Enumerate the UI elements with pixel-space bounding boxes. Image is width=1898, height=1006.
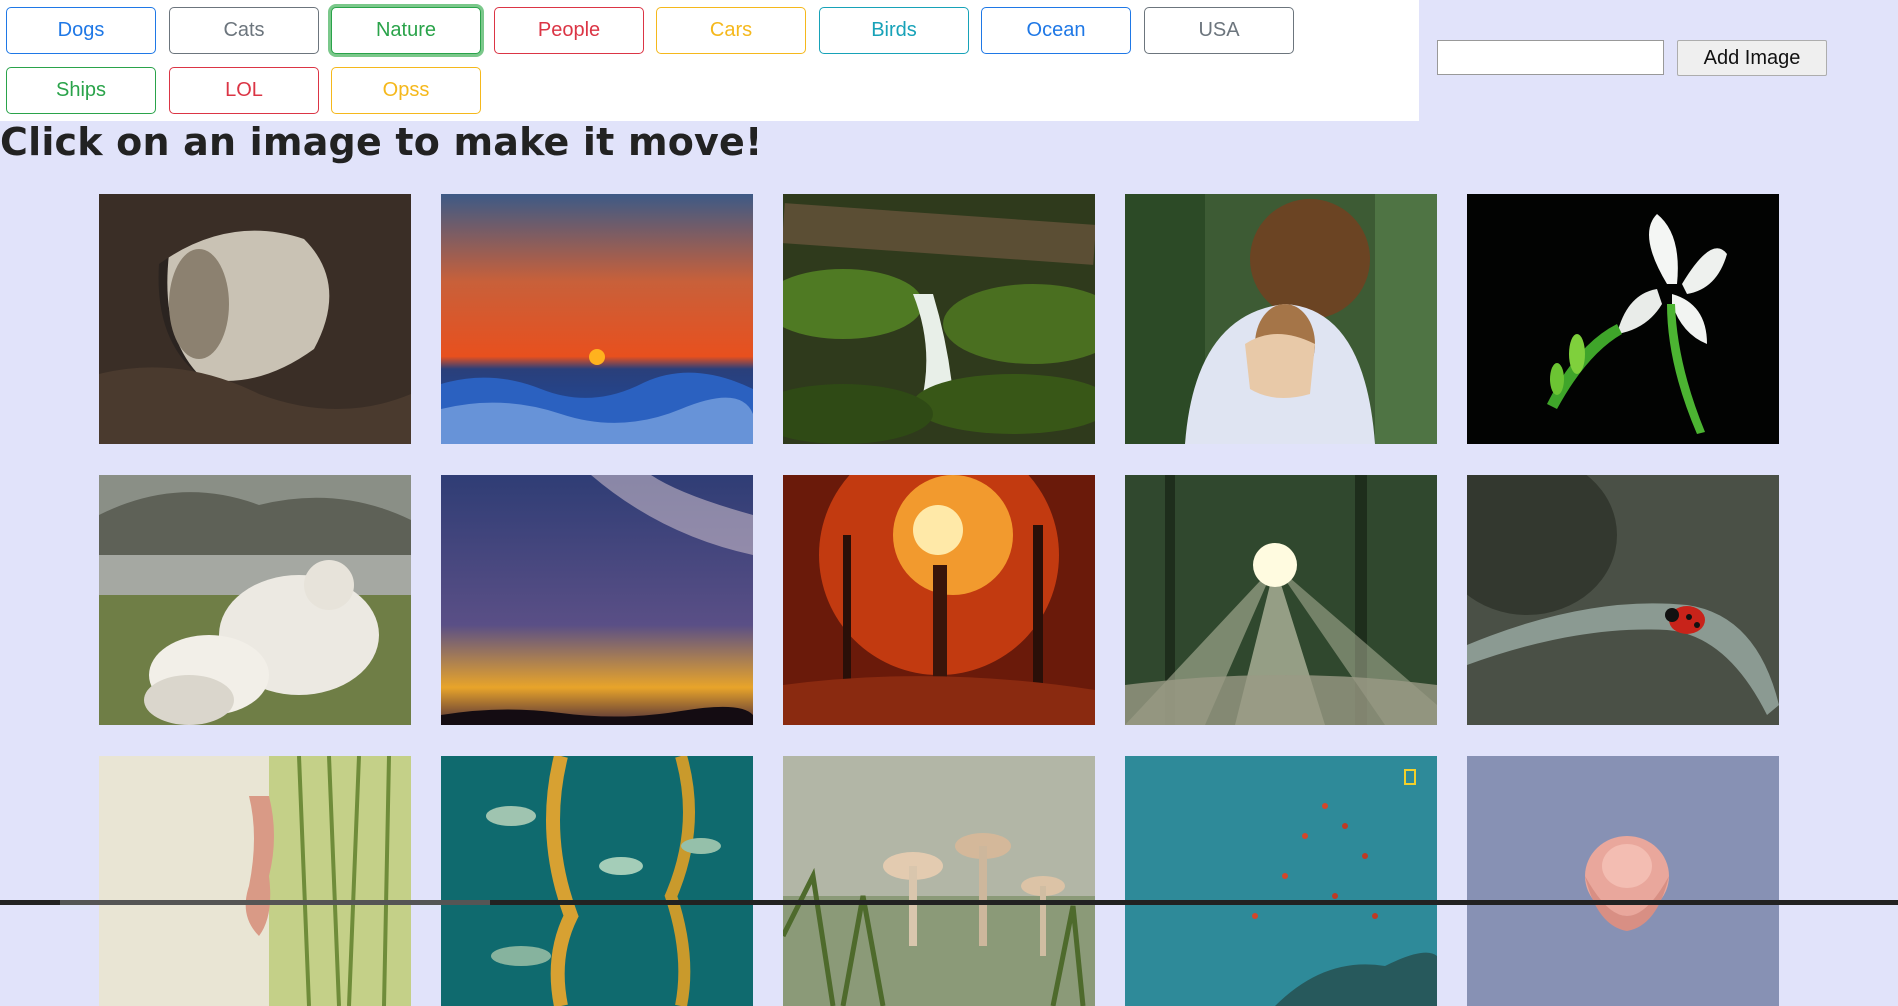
autumn-forest-image[interactable] bbox=[783, 475, 1095, 725]
category-button-ocean[interactable]: Ocean bbox=[981, 7, 1131, 54]
page-heading: Click on an image to make it move! bbox=[0, 120, 763, 164]
category-button-cats[interactable]: Cats bbox=[169, 7, 319, 54]
sunbeam-forest-image[interactable] bbox=[1125, 475, 1437, 725]
image-gallery bbox=[99, 194, 1779, 1006]
pink-rose-image[interactable] bbox=[1467, 756, 1779, 1006]
milky-way-image[interactable] bbox=[441, 475, 753, 725]
aquarium-kelp-image[interactable] bbox=[441, 756, 753, 1006]
add-image-button[interactable]: Add Image bbox=[1677, 40, 1827, 76]
category-button-people[interactable]: People bbox=[494, 7, 644, 54]
category-toolbar: Dogs Cats Nature People Cars Birds Ocean… bbox=[0, 0, 1419, 121]
image-url-input[interactable] bbox=[1437, 40, 1664, 75]
white-flower-image[interactable] bbox=[1467, 194, 1779, 444]
category-button-ships[interactable]: Ships bbox=[6, 67, 156, 114]
bottom-edge bbox=[0, 900, 1898, 905]
forest-stream-image[interactable] bbox=[783, 194, 1095, 444]
hand-in-grass-image[interactable] bbox=[99, 756, 411, 1006]
cave-image[interactable] bbox=[99, 194, 411, 444]
wolf-pups-image[interactable] bbox=[99, 475, 411, 725]
category-button-nature[interactable]: Nature bbox=[331, 7, 481, 54]
mushrooms-image[interactable] bbox=[783, 756, 1095, 1006]
category-button-birds[interactable]: Birds bbox=[819, 7, 969, 54]
category-button-dogs[interactable]: Dogs bbox=[6, 7, 156, 54]
category-button-usa[interactable]: USA bbox=[1144, 7, 1294, 54]
category-button-cars[interactable]: Cars bbox=[656, 7, 806, 54]
man-with-fawn-image[interactable] bbox=[1125, 194, 1437, 444]
fish-reef-image[interactable] bbox=[1125, 756, 1437, 1006]
ladybug-image[interactable] bbox=[1467, 475, 1779, 725]
category-button-opss[interactable]: Opss bbox=[331, 67, 481, 114]
category-button-lol[interactable]: LOL bbox=[169, 67, 319, 114]
sunset-ocean-image[interactable] bbox=[441, 194, 753, 444]
